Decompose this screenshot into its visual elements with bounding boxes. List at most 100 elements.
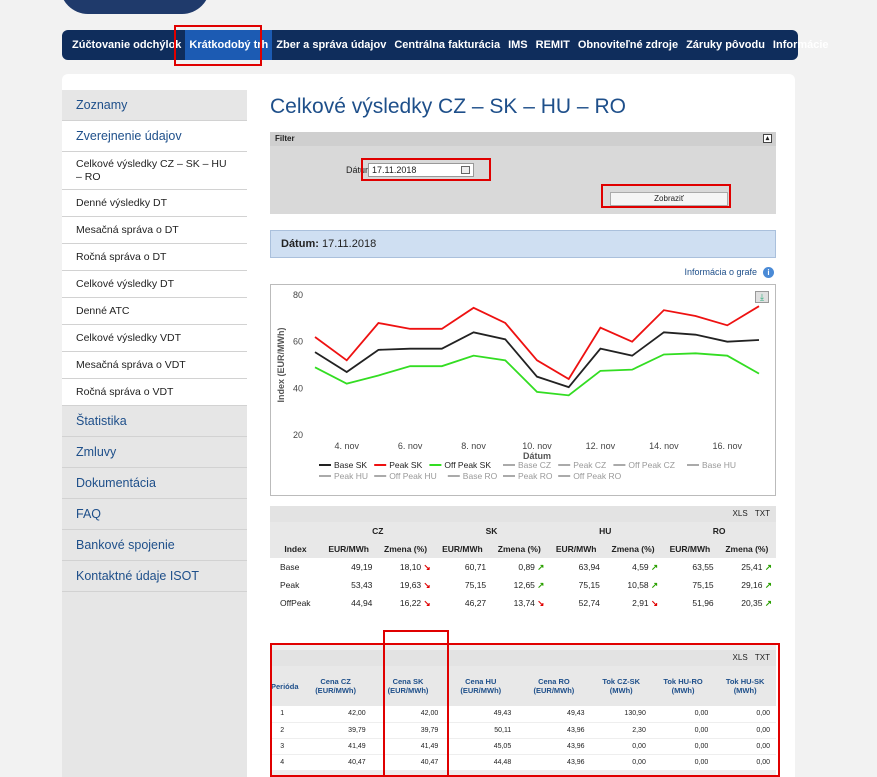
sidebar-item[interactable]: Zmluvy — [62, 437, 247, 468]
y-tick-label: 40 — [293, 383, 303, 393]
nav-item[interactable]: Zber a správa údajov — [272, 30, 390, 60]
table-header: Zmena (%) — [490, 540, 549, 558]
table-cell: 42,00 — [371, 706, 445, 723]
table-cell: 75,15 — [434, 576, 491, 594]
table-header: EUR/MWh — [548, 540, 604, 558]
nav-item[interactable]: Obnoviteľné zdroje — [574, 30, 682, 60]
table-cell: 49,43 — [444, 706, 518, 723]
change-value: 25,41 — [741, 561, 763, 572]
period-table-box: XLS TXT Perióda Cena CZ (EUR/MWh) Cena SK … — [270, 644, 776, 777]
table-cell: 25,41 ↗ — [717, 558, 776, 576]
legend-item: Base HU — [702, 460, 736, 470]
x-tick-label: 8. nov — [461, 441, 486, 451]
nav-item[interactable]: Centrálna fakturácia — [390, 30, 504, 60]
table-header: Index — [270, 540, 321, 558]
sidebar-item[interactable]: Celkové výsledky CZ – SK – HU – RO — [62, 152, 247, 190]
filter-panel: Filter ▴ Dátum 17.11.2018 Zobraziť — [270, 132, 776, 214]
sidebar-item[interactable]: Celkové výsledky VDT — [62, 325, 247, 352]
sidebar-item[interactable]: Zverejnenie údajov — [62, 121, 247, 152]
table-cell: 0,00 — [651, 722, 715, 739]
arrow-up-icon: ↗ — [764, 579, 772, 590]
txt-link[interactable]: TXT — [755, 653, 770, 662]
arrow-down-icon: ↘ — [423, 597, 431, 608]
table-cell: 40,47 — [299, 754, 372, 771]
x-tick-label: 10. nov — [522, 441, 552, 451]
nav-item[interactable]: REMIT — [532, 30, 574, 60]
table-header — [270, 522, 321, 540]
table-header: EUR/MWh — [662, 540, 718, 558]
nav-item[interactable]: Zúčtovanie odchýlok — [68, 30, 185, 60]
table-row: OffPeak 44,94 16,22 ↘ 46,27 13,74 ↘ 52,74 2,91… — [270, 594, 776, 612]
legend-item: Peak RO — [518, 471, 553, 481]
sidebar-item[interactable]: Zoznamy — [62, 90, 247, 121]
nav-item[interactable]: Krátkodobý trh — [185, 30, 273, 60]
download-icon[interactable]: ⤓ — [755, 291, 769, 303]
sidebar-item[interactable]: FAQ — [62, 499, 247, 530]
nav-item[interactable]: Záruky pôvodu — [682, 30, 769, 60]
table-cell: 0,00 — [590, 738, 652, 755]
sidebar-item[interactable]: Mesačná správa o VDT — [62, 352, 247, 379]
graph-info-text[interactable]: Informácia o grafe — [684, 267, 757, 277]
change-value: 29,16 — [741, 579, 763, 590]
legend-item: Off Peak RO — [573, 471, 621, 481]
table-cell: OffPeak — [270, 594, 321, 612]
x-tick-label: 16. nov — [713, 441, 743, 451]
series-line — [314, 305, 760, 381]
table-cell: 0,89 ↗ — [490, 558, 549, 576]
sidebar-item[interactable]: Denné výsledky DT — [62, 190, 247, 217]
sidebar-item[interactable]: Kontaktné údaje ISOT — [62, 561, 247, 592]
table-header: Tok CZ-SK (MWh) — [590, 666, 652, 706]
table-cell: 0,00 — [651, 706, 715, 723]
nav-item[interactable]: IMS — [504, 30, 532, 60]
table-header: Zmena (%) — [717, 540, 776, 558]
calendar-icon[interactable] — [461, 166, 470, 174]
sidebar-item[interactable]: Ročná správa o DT — [62, 244, 247, 271]
change-value: 10,58 — [627, 579, 649, 590]
sidebar-item[interactable]: Štatistika — [62, 406, 247, 437]
sidebar-item[interactable]: Bankové spojenie — [62, 530, 247, 561]
date-bar-value: 17.11.2018 — [321, 238, 377, 250]
summary-toolbar: XLS TXT — [270, 506, 776, 522]
date-field[interactable]: 17.11.2018 — [368, 163, 474, 177]
nav-item[interactable]: Informácie — [769, 30, 833, 60]
page-title: Celkové výsledky CZ – SK – HU – RO — [270, 95, 626, 118]
table-header: Zmena (%) — [376, 540, 435, 558]
table-cell: 50,11 — [444, 722, 518, 739]
table-cell: Peak — [270, 576, 321, 594]
sidebar-item[interactable]: Celkové výsledky DT — [62, 271, 247, 298]
sidebar-item[interactable]: Ročná správa o VDT — [62, 379, 247, 406]
sidebar-item[interactable]: Dokumentácia — [62, 468, 247, 499]
date-bar-label: Dátum: — [281, 238, 319, 250]
y-tick-label: 80 — [293, 290, 303, 300]
x-tick-label: 6. nov — [398, 441, 423, 451]
show-button[interactable]: Zobraziť — [610, 192, 728, 206]
y-tick-label: 60 — [293, 337, 303, 347]
table-cell: 51,96 — [662, 594, 718, 612]
table-header: Tok HU-RO (MWh) — [651, 666, 715, 706]
table-row: 1 42,00 42,00 49,43 49,43 130,90 0,00 0,00 — [270, 706, 776, 723]
price-chart: 20 40 60 80 4. nov 6. nov 8. nov 10. nov 12. nov… — [276, 290, 760, 481]
table-cell: 130,90 — [590, 706, 652, 723]
arrow-up-icon: ↗ — [537, 561, 545, 572]
table-cell: 52,74 — [548, 594, 604, 612]
table-cell: 4 — [270, 754, 300, 771]
period-toolbar: XLS TXT — [270, 650, 776, 666]
table-cell: 2,91 ↘ — [603, 594, 663, 612]
table-cell: 0,00 — [714, 722, 776, 739]
txt-link[interactable]: TXT — [755, 509, 770, 518]
table-header: Perióda — [270, 666, 300, 706]
info-icon[interactable]: i — [763, 267, 774, 278]
sidebar-item[interactable]: Denné ATC — [62, 298, 247, 325]
arrow-up-icon: ↗ — [651, 579, 659, 590]
legend-item: Off Peak SK — [444, 460, 491, 470]
table-cell: 2 — [270, 722, 300, 739]
xls-link[interactable]: XLS — [733, 509, 748, 518]
table-cell: 42,00 — [299, 706, 372, 723]
graph-info-link[interactable]: Informácia o grafe i — [270, 267, 774, 278]
legend-item: Base SK — [334, 460, 367, 470]
table-cell: 63,55 — [662, 558, 718, 576]
collapse-icon[interactable]: ▴ — [763, 134, 772, 143]
sidebar-item[interactable]: Mesačná správa o DT — [62, 217, 247, 244]
table-row: Base 49,19 18,10 ↘ 60,71 0,89 ↗ 63,94 4,59 ↗ 63… — [270, 558, 776, 576]
xls-link[interactable]: XLS — [733, 653, 748, 662]
